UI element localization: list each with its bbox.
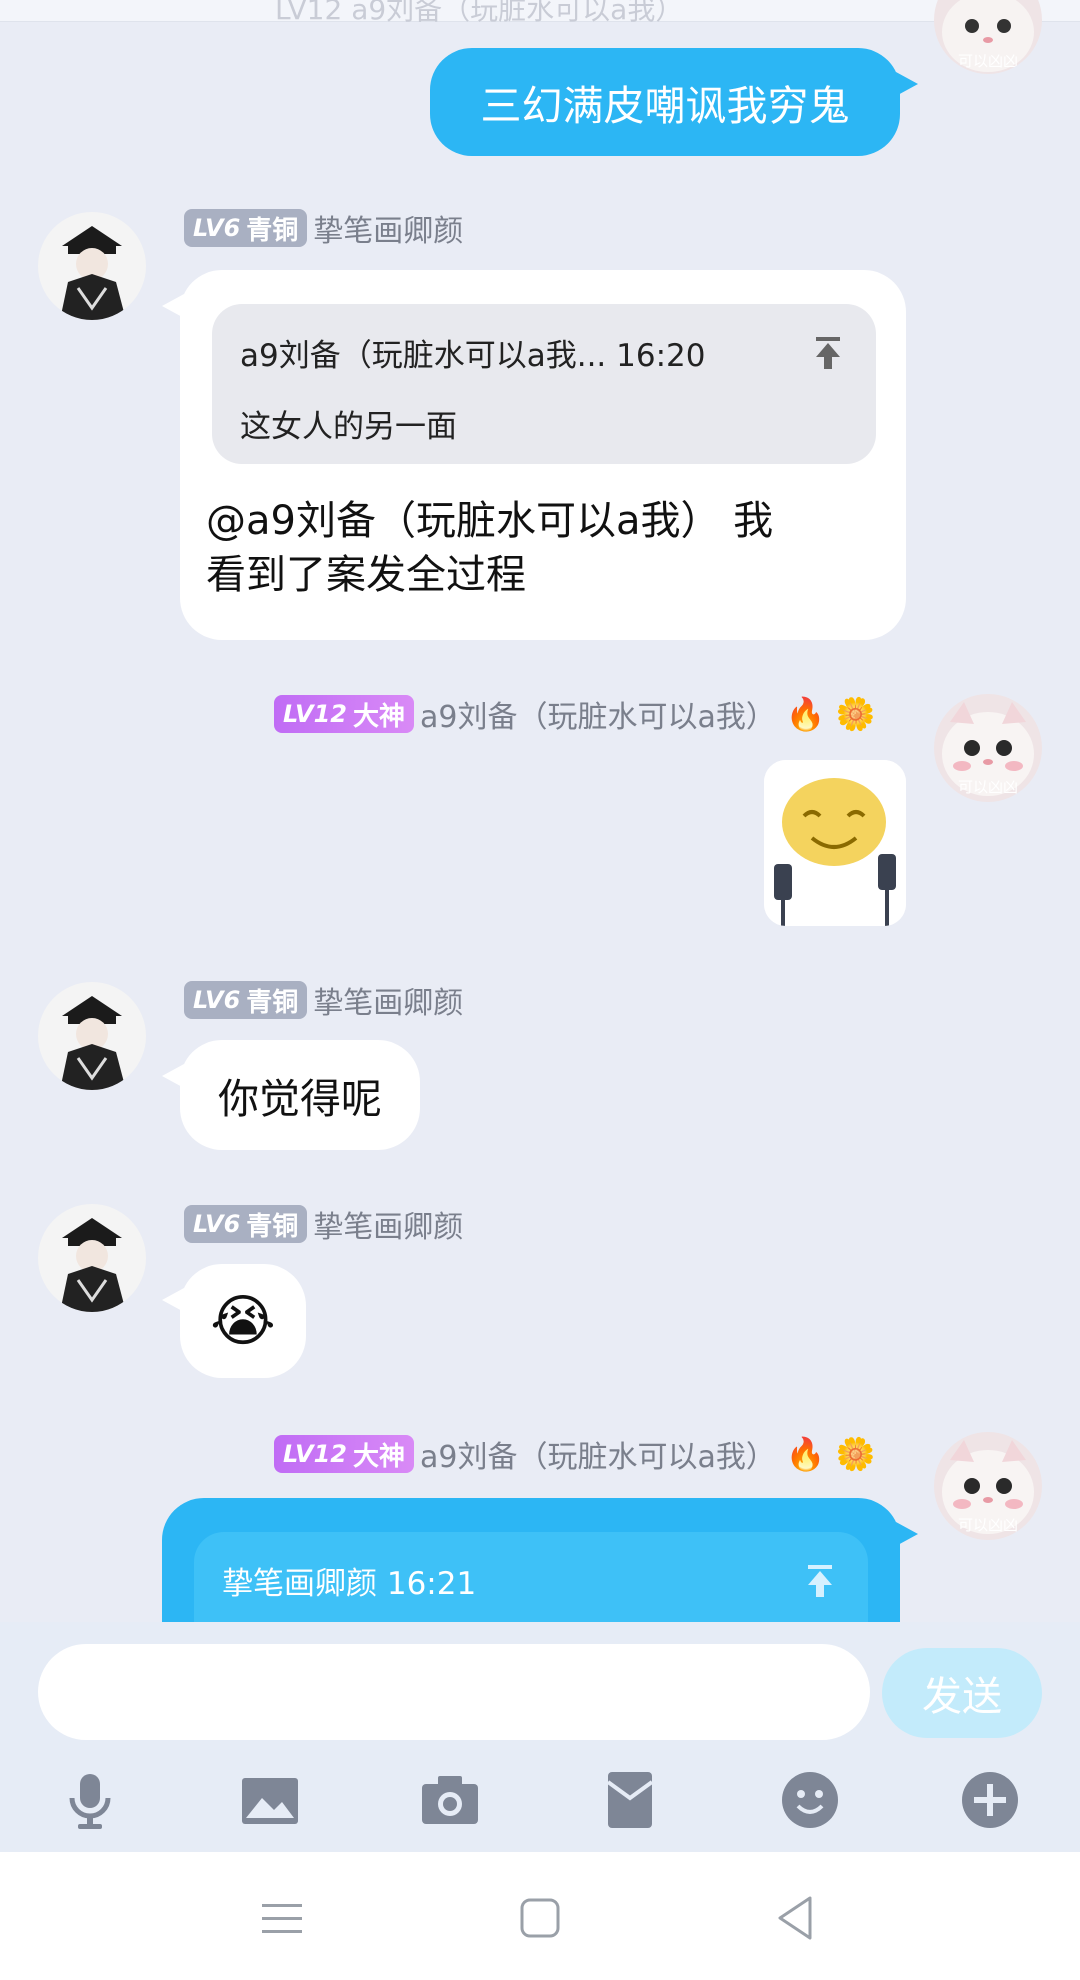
flower-badge-icon: 🌼 [835,1435,876,1473]
scrolled-nameline: LV12 a9刘备（玩脏水可以a我） [275,0,684,26]
level-badge: LV6 青铜 [184,981,308,1019]
composer: 发送 [0,1622,1080,1852]
fire-badge-icon: 🔥 [785,695,826,733]
sticker-smiley-image[interactable] [764,760,906,926]
sender-nameline: LV6 青铜 挚笔画卿颜 [184,980,464,1021]
menu-icon[interactable] [252,1888,312,1948]
message-bubble-mine[interactable]: 三幻满皮嘲讽我穷鬼 [430,48,918,156]
my-avatar[interactable]: 可以凶凶 [934,1432,1042,1540]
level-badge: LV12 大神 [274,695,414,733]
svg-text:可以凶凶: 可以凶凶 [958,52,1018,70]
sender-name: a9刘备（玩脏水可以a我） [419,700,776,735]
message-text: @a9刘备（玩脏水可以a我） 我 看到了案发全过程 [206,498,774,598]
message-bubble-other[interactable]: a9刘备（玩脏水可以a我... 16:20 这女人的另一面 @a9刘备（玩脏水可… [162,270,906,640]
flower-badge-icon: 🌼 [835,695,876,733]
level-badge: LV6 青铜 [184,209,308,247]
message-bubble-other[interactable]: 😭 [162,1264,306,1378]
message-text: 三幻满皮嘲讽我穷鬼 [480,82,850,130]
other-avatar[interactable] [38,212,146,320]
sender-name: 挚笔画卿颜 [313,214,464,249]
my-nameline: LV12 大神 a9刘备（玩脏水可以a我） 🔥 🌼 [274,1434,876,1475]
quote-author: a9刘备（玩脏水可以a我... 16:20 [240,338,706,374]
message-bubble-mine[interactable]: 挚笔画卿颜 16:21 [162,1498,918,1622]
jump-to-quote-icon[interactable] [800,1561,840,1601]
camera-icon[interactable] [418,1768,482,1832]
jump-to-quote-icon[interactable] [808,333,848,373]
sender-name: a9刘备（玩脏水可以a我） [419,1440,776,1475]
home-icon[interactable] [510,1888,570,1948]
quoted-reply[interactable]: 挚笔画卿颜 16:21 [194,1532,868,1622]
sender-nameline: LV6 青铜 挚笔画卿颜 [184,208,464,249]
svg-text:可以凶凶: 可以凶凶 [958,778,1018,796]
send-button[interactable]: 发送 [882,1648,1042,1738]
quote-text: 这女人的另一面 [240,409,457,445]
fire-badge-icon: 🔥 [785,1435,826,1473]
composer-toolbar [0,1752,1080,1852]
sender-name: 挚笔画卿颜 [313,1210,464,1245]
redpacket-icon[interactable] [598,1768,662,1832]
sender-nameline: LV6 青铜 挚笔画卿颜 [184,1204,464,1245]
level-badge: LV6 青铜 [184,1205,308,1243]
svg-text:可以凶凶: 可以凶凶 [958,1516,1018,1534]
my-nameline: LV12 大神 a9刘备（玩脏水可以a我） 🔥 🌼 [274,694,876,735]
facepalm-emoji-icon: 😭 [210,1288,276,1354]
message-input[interactable] [38,1644,870,1740]
other-avatar[interactable] [38,982,146,1090]
system-navigation-bar [0,1852,1080,1980]
my-avatar[interactable]: 可以凶凶 [934,0,1042,74]
quote-author: 挚笔画卿颜 16:21 [222,1566,477,1602]
other-avatar[interactable] [38,1204,146,1312]
quoted-reply[interactable]: a9刘备（玩脏水可以a我... 16:20 这女人的另一面 [212,304,876,464]
sender-name: 挚笔画卿颜 [313,986,464,1021]
chat-area[interactable]: LV12 a9刘备（玩脏水可以a我） 可以凶凶 三幻满皮嘲讽我穷鬼 LV6 青铜 … [0,0,1080,1622]
message-text: 你觉得呢 [218,1075,382,1123]
mic-icon[interactable] [58,1768,122,1832]
emoji-icon[interactable] [778,1768,842,1832]
level-badge: LV12 大神 [274,1435,414,1473]
back-icon[interactable] [766,1888,826,1948]
image-icon[interactable] [238,1768,302,1832]
plus-icon[interactable] [958,1768,1022,1832]
my-avatar[interactable]: 可以凶凶 [934,694,1042,802]
message-bubble-other[interactable]: 你觉得呢 [162,1040,420,1150]
